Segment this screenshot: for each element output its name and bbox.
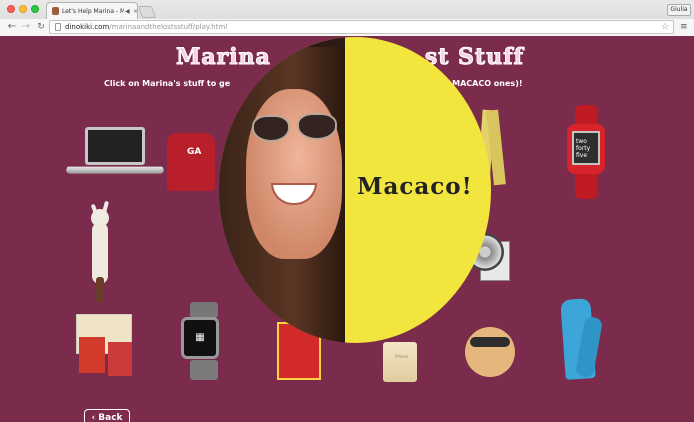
reload-icon[interactable]: ↻ xyxy=(35,20,47,34)
address-bar[interactable]: dinokiki.com/marinaandthelostsstuff/play… xyxy=(49,20,674,34)
page-content: Marinast Stuff Click on Marina's stuff t… xyxy=(0,37,694,422)
watch-band[interactable] xyxy=(190,302,218,318)
macaco-overlay[interactable]: Macaco! xyxy=(219,37,491,343)
sunglasses-lens-right xyxy=(297,113,337,140)
menu-icon[interactable]: ≡ xyxy=(680,21,688,33)
profile-button[interactable]: Giulia xyxy=(667,4,691,16)
page-icon xyxy=(55,23,61,31)
tab-strip: Let's Help Marina - Ma ◀ × Giulia xyxy=(0,0,694,19)
toolbar: ← → ↻ dinokiki.com/marinaandthelostsstuf… xyxy=(0,19,694,36)
piggy-bank-item[interactable] xyxy=(465,327,515,377)
iphone-item[interactable] xyxy=(383,342,417,382)
new-tab-button[interactable] xyxy=(137,6,157,18)
tab-active[interactable]: Let's Help Marina - Ma ◀ × xyxy=(46,2,138,19)
minimize-window-button[interactable] xyxy=(19,5,27,13)
board-game-box[interactable] xyxy=(79,337,105,373)
forward-arrow-icon[interactable]: → xyxy=(20,20,32,34)
bunny-body[interactable] xyxy=(92,222,108,284)
laptop-item[interactable] xyxy=(85,127,145,165)
iphone-label: iPhone xyxy=(395,354,409,359)
macaco-label: Macaco! xyxy=(357,173,473,200)
browser-chrome: Let's Help Marina - Ma ◀ × Giulia ← → ↻ … xyxy=(0,0,694,36)
pebble-watch-screen: two forty five xyxy=(572,131,600,165)
piggy-bank-band xyxy=(470,337,510,347)
back-button[interactable]: ‹ Back xyxy=(84,409,130,422)
close-window-button[interactable] xyxy=(7,5,15,13)
marina-photo xyxy=(219,37,345,343)
tab-title: Let's Help Marina - Ma xyxy=(62,8,124,15)
speaker-icon[interactable]: ◀ xyxy=(125,6,130,17)
maximize-window-button[interactable] xyxy=(31,5,39,13)
laptop-base[interactable] xyxy=(64,166,166,174)
sweatshirt-text: GA xyxy=(187,147,202,157)
bookmark-star-icon[interactable]: ☆ xyxy=(661,21,669,33)
url-text: dinokiki.com/marinaandthelostsstuff/play… xyxy=(65,21,227,33)
board-game-box[interactable] xyxy=(108,342,132,376)
title-right: st Stuff xyxy=(424,44,524,71)
watch-band[interactable] xyxy=(190,360,218,380)
url-domain: dinokiki.com xyxy=(65,23,110,31)
sweatshirt-item[interactable] xyxy=(167,133,215,191)
url-path: /marinaandthelostsstuff/play.html xyxy=(109,23,228,31)
close-tab-button[interactable]: × xyxy=(133,6,138,17)
bunny-legs[interactable] xyxy=(96,277,104,303)
favicon-icon xyxy=(52,7,59,15)
sunglasses-lens-left xyxy=(252,115,290,142)
back-arrow-icon[interactable]: ← xyxy=(6,20,18,34)
watch-item[interactable]: ▦ xyxy=(181,317,219,359)
subtitle-left: Click on Marina's stuff to ge xyxy=(104,79,231,88)
